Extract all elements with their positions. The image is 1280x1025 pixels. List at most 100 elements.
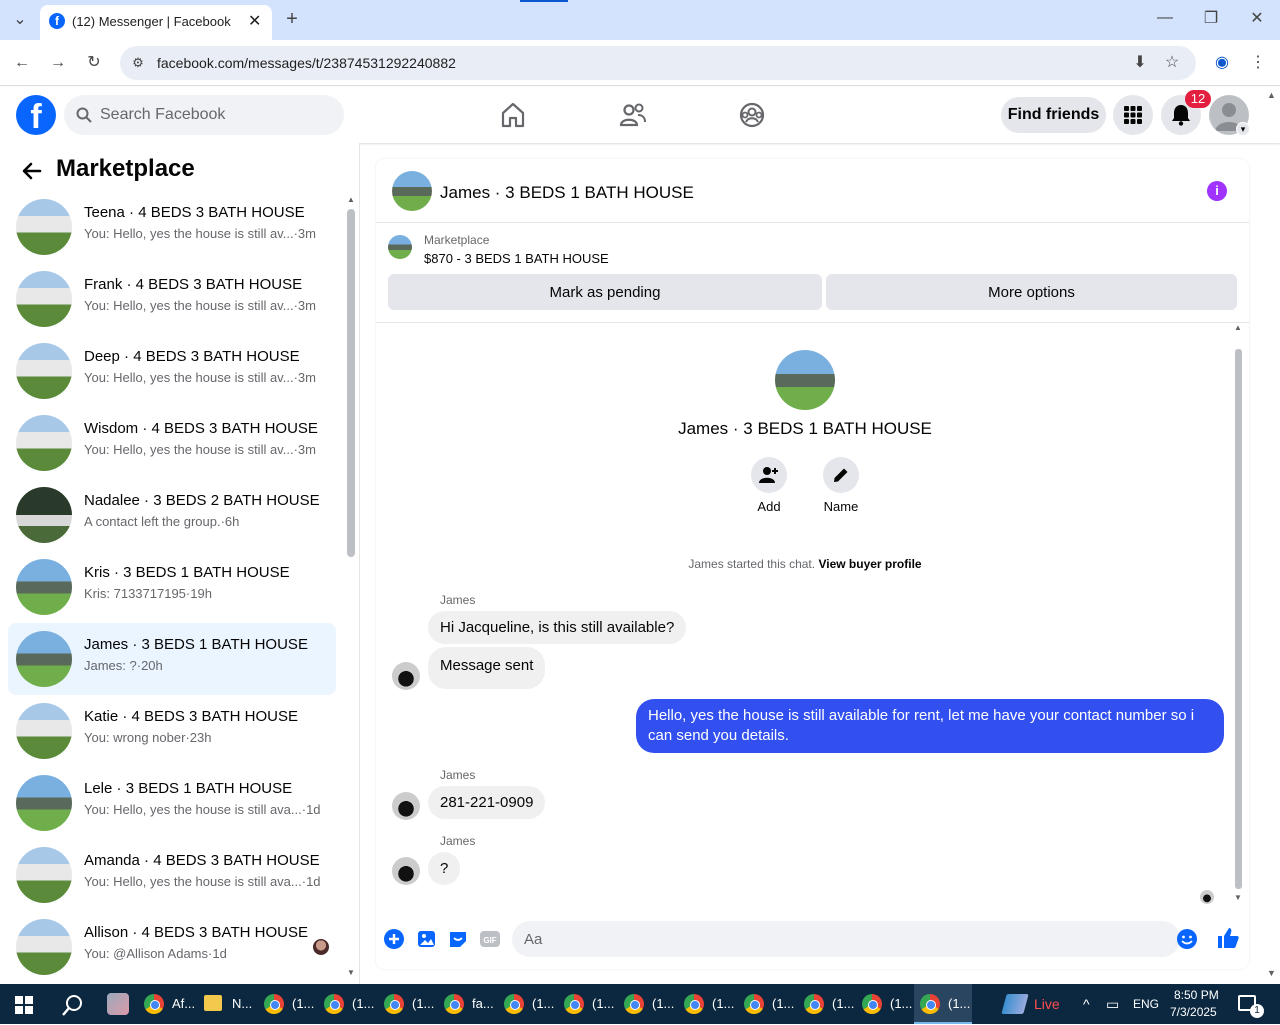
add-contact-button[interactable]	[751, 457, 787, 493]
conversation-item[interactable]: Nadalee · 3 BEDS 2 BATH HOUSE A contact l…	[8, 479, 336, 551]
back-icon[interactable]: ←	[12, 53, 32, 73]
page-scroll-down-arrow-icon[interactable]: ▼	[1267, 968, 1276, 978]
live-widget[interactable]: Live	[1001, 984, 1060, 1024]
conversation-item[interactable]: Amanda · 4 BEDS 3 BATH HOUSE You: Hello, …	[8, 839, 336, 911]
tab-search-icon[interactable]: ⌄	[10, 10, 30, 30]
new-tab-icon[interactable]: +	[282, 9, 302, 29]
clock-time[interactable]: 8:50 PM	[1174, 988, 1219, 1002]
name-label: Name	[823, 499, 859, 514]
taskbar-item[interactable]: (1...	[804, 984, 854, 1024]
forward-icon[interactable]: →	[48, 53, 68, 73]
listing-thumbnail[interactable]	[388, 235, 412, 259]
scroll-up-arrow-icon[interactable]: ▲	[1234, 323, 1242, 332]
install-app-icon[interactable]: ⬇	[1130, 53, 1150, 73]
plus-circle-icon[interactable]	[383, 928, 405, 950]
home-icon[interactable]	[497, 99, 529, 131]
taskbar-item[interactable]: (1...	[744, 984, 794, 1024]
info-icon[interactable]: i	[1207, 181, 1227, 201]
photo-icon[interactable]	[416, 928, 438, 950]
reload-icon[interactable]: ↻	[84, 53, 104, 73]
search-input[interactable]	[100, 95, 330, 135]
incoming-message[interactable]: Hi Jacqueline, is this still available?	[428, 611, 687, 644]
add-label: Add	[757, 499, 781, 514]
menu-kebab-icon[interactable]: ⋮	[1248, 53, 1268, 73]
site-info-icon[interactable]: ⚙	[128, 53, 148, 73]
taskbar-item[interactable]: (1...	[504, 984, 554, 1024]
scroll-up-arrow-icon[interactable]: ▲	[347, 195, 355, 204]
taskbar-item[interactable]: (1...	[264, 984, 314, 1024]
conversation-item[interactable]: Frank · 4 BEDS 3 BATH HOUSE You: Hello, y…	[8, 263, 336, 335]
conversation-item[interactable]: Deep · 4 BEDS 3 BATH HOUSE You: Hello, ye…	[8, 335, 336, 407]
view-buyer-profile-link[interactable]: View buyer profile	[818, 557, 921, 571]
taskbar-item[interactable]: (1...	[324, 984, 374, 1024]
sender-avatar[interactable]	[392, 662, 420, 690]
incoming-message[interactable]: ?	[428, 852, 461, 885]
conversation-item[interactable]: Allison · 4 BEDS 3 BATH HOUSE You: @Allis…	[8, 911, 336, 983]
omnibox[interactable]: ⚙ facebook.com/messages/t/23874531292240…	[120, 46, 1196, 80]
network-icon[interactable]: ▭	[1106, 984, 1119, 1024]
restore-icon[interactable]: ❐	[1201, 9, 1221, 29]
mark-as-pending-button[interactable]: Mark as pending	[388, 274, 822, 310]
seen-avatar	[313, 939, 329, 955]
tray-chevron-up-icon[interactable]: ^	[1083, 984, 1090, 1024]
facebook-logo-icon[interactable]: f	[16, 95, 56, 135]
taskbar-item-active[interactable]: (1...	[914, 984, 972, 1024]
sender-avatar[interactable]	[392, 857, 420, 885]
profile-icon[interactable]: ◉	[1212, 53, 1232, 73]
taskbar-item[interactable]: (1...	[384, 984, 434, 1024]
message-input[interactable]	[512, 921, 1180, 957]
more-options-button[interactable]: More options	[826, 274, 1237, 310]
taskbar-item[interactable]: (1...	[624, 984, 674, 1024]
emoji-icon[interactable]	[1176, 928, 1198, 950]
taskbar-app-icon[interactable]	[107, 993, 129, 1015]
chat-avatar[interactable]	[392, 171, 432, 211]
conversation-item[interactable]: Lele · 3 BEDS 1 BATH HOUSE You: Hello, ye…	[8, 767, 336, 839]
windows-start-icon[interactable]	[15, 996, 33, 1014]
sticker-icon[interactable]	[447, 928, 469, 950]
find-friends-button[interactable]: Find friends	[1001, 97, 1106, 133]
chat-title[interactable]: James · 3 BEDS 1 BATH HOUSE	[440, 183, 694, 203]
search-box[interactable]	[64, 95, 344, 135]
language-indicator[interactable]: ENG	[1133, 984, 1159, 1024]
account-chevron-down-icon[interactable]: ▾	[1236, 122, 1250, 136]
friends-icon[interactable]	[617, 99, 649, 131]
taskbar-item[interactable]: fa...	[444, 984, 494, 1024]
conversation-preview: You: Hello, yes the house is still ava..…	[84, 874, 321, 889]
taskbar-item[interactable]: (1...	[564, 984, 614, 1024]
conversation-item[interactable]: Wisdom · 4 BEDS 3 BATH HOUSE You: Hello, …	[8, 407, 336, 479]
bookmark-star-icon[interactable]: ☆	[1162, 53, 1182, 73]
groups-icon[interactable]	[736, 99, 768, 131]
conversation-item[interactable]: Teena · 4 BEDS 3 BATH HOUSE You: Hello, y…	[8, 191, 336, 263]
tab-close-icon[interactable]: ✕	[248, 11, 261, 31]
minimize-icon[interactable]: —	[1155, 8, 1175, 28]
edit-name-button[interactable]	[823, 457, 859, 493]
clock-date[interactable]: 7/3/2025	[1170, 1005, 1217, 1019]
conversation-list-scrollbar[interactable]	[347, 209, 355, 557]
outgoing-message[interactable]: Hello, yes the house is still available …	[636, 699, 1224, 753]
like-thumbs-up-icon[interactable]	[1216, 926, 1240, 950]
back-arrow-icon[interactable]	[20, 159, 44, 183]
taskbar-search-icon[interactable]	[62, 994, 84, 1016]
conversation-list-panel: Marketplace ▲ ▼ Teena · 4 BEDS 3 BATH HO…	[0, 143, 360, 984]
taskbar-item[interactable]: (1...	[862, 984, 912, 1024]
taskbar-item[interactable]: (1...	[684, 984, 734, 1024]
conversation-item-active[interactable]: James · 3 BEDS 1 BATH HOUSE James: ?·20h	[8, 623, 336, 695]
taskbar-item[interactable]: N...	[204, 984, 252, 1024]
incoming-message[interactable]: Message sent	[428, 647, 546, 689]
scroll-down-arrow-icon[interactable]: ▼	[347, 968, 355, 977]
incoming-message[interactable]: 281-221-0909	[428, 786, 546, 819]
conversation-name: Amanda · 4 BEDS 3 BATH HOUSE	[84, 852, 320, 869]
window-close-icon[interactable]: ✕	[1247, 9, 1267, 29]
sender-avatar[interactable]	[392, 792, 420, 820]
gif-icon[interactable]: GIF	[479, 928, 501, 950]
conversation-item[interactable]: Katie · 4 BEDS 3 BATH HOUSE You: wrong no…	[8, 695, 336, 767]
page-scroll-up-arrow-icon[interactable]: ▲	[1267, 90, 1276, 100]
scroll-down-arrow-icon[interactable]: ▼	[1234, 893, 1242, 902]
menu-button[interactable]	[1113, 95, 1153, 135]
conversation-item[interactable]: Kris · 3 BEDS 1 BATH HOUSE Kris: 71337171…	[8, 551, 336, 623]
listing-title[interactable]: $870 - 3 BEDS 1 BATH HOUSE	[424, 251, 609, 266]
profile-avatar[interactable]	[775, 350, 835, 410]
taskbar-item[interactable]: Af...	[144, 984, 195, 1024]
messages-scrollbar[interactable]	[1235, 349, 1242, 889]
browser-tab[interactable]: f (12) Messenger | Facebook ✕	[40, 5, 272, 40]
